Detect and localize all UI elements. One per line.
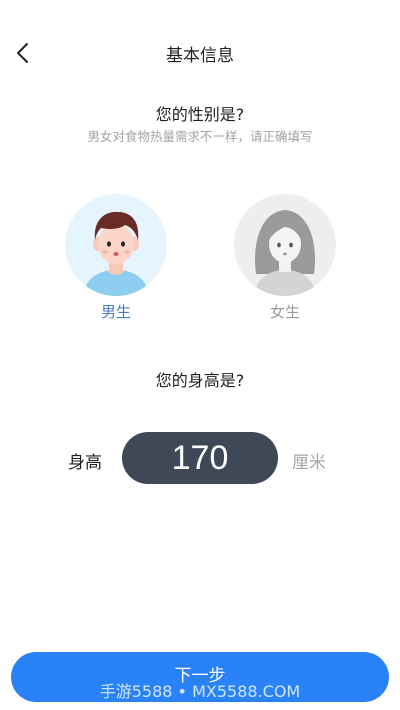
height-label: 身高 — [68, 453, 102, 473]
gender-option-female[interactable]: 女生 — [233, 194, 337, 328]
height-unit: 厘米 — [292, 453, 326, 473]
height-question: 您的身高是? — [155, 371, 245, 390]
boy-avatar-icon — [83, 211, 149, 296]
next-button[interactable]: 下一步 — [11, 652, 389, 702]
male-avatar — [65, 194, 167, 296]
gender-question: 您的性别是? — [155, 105, 245, 124]
gender-label-male: 男生 — [100, 303, 131, 321]
female-avatar — [234, 194, 336, 296]
height-value-picker[interactable]: 170 — [122, 432, 278, 484]
girl-avatar-icon — [254, 210, 316, 296]
page-title: 基本信息 — [166, 46, 234, 66]
gender-option-male[interactable]: 男生 — [64, 194, 168, 328]
header: 基本信息 — [0, 0, 400, 104]
gender-hint: 男女对食物热量需求不一样，请正确填写 — [87, 129, 313, 144]
gender-label-female: 女生 — [269, 303, 300, 321]
